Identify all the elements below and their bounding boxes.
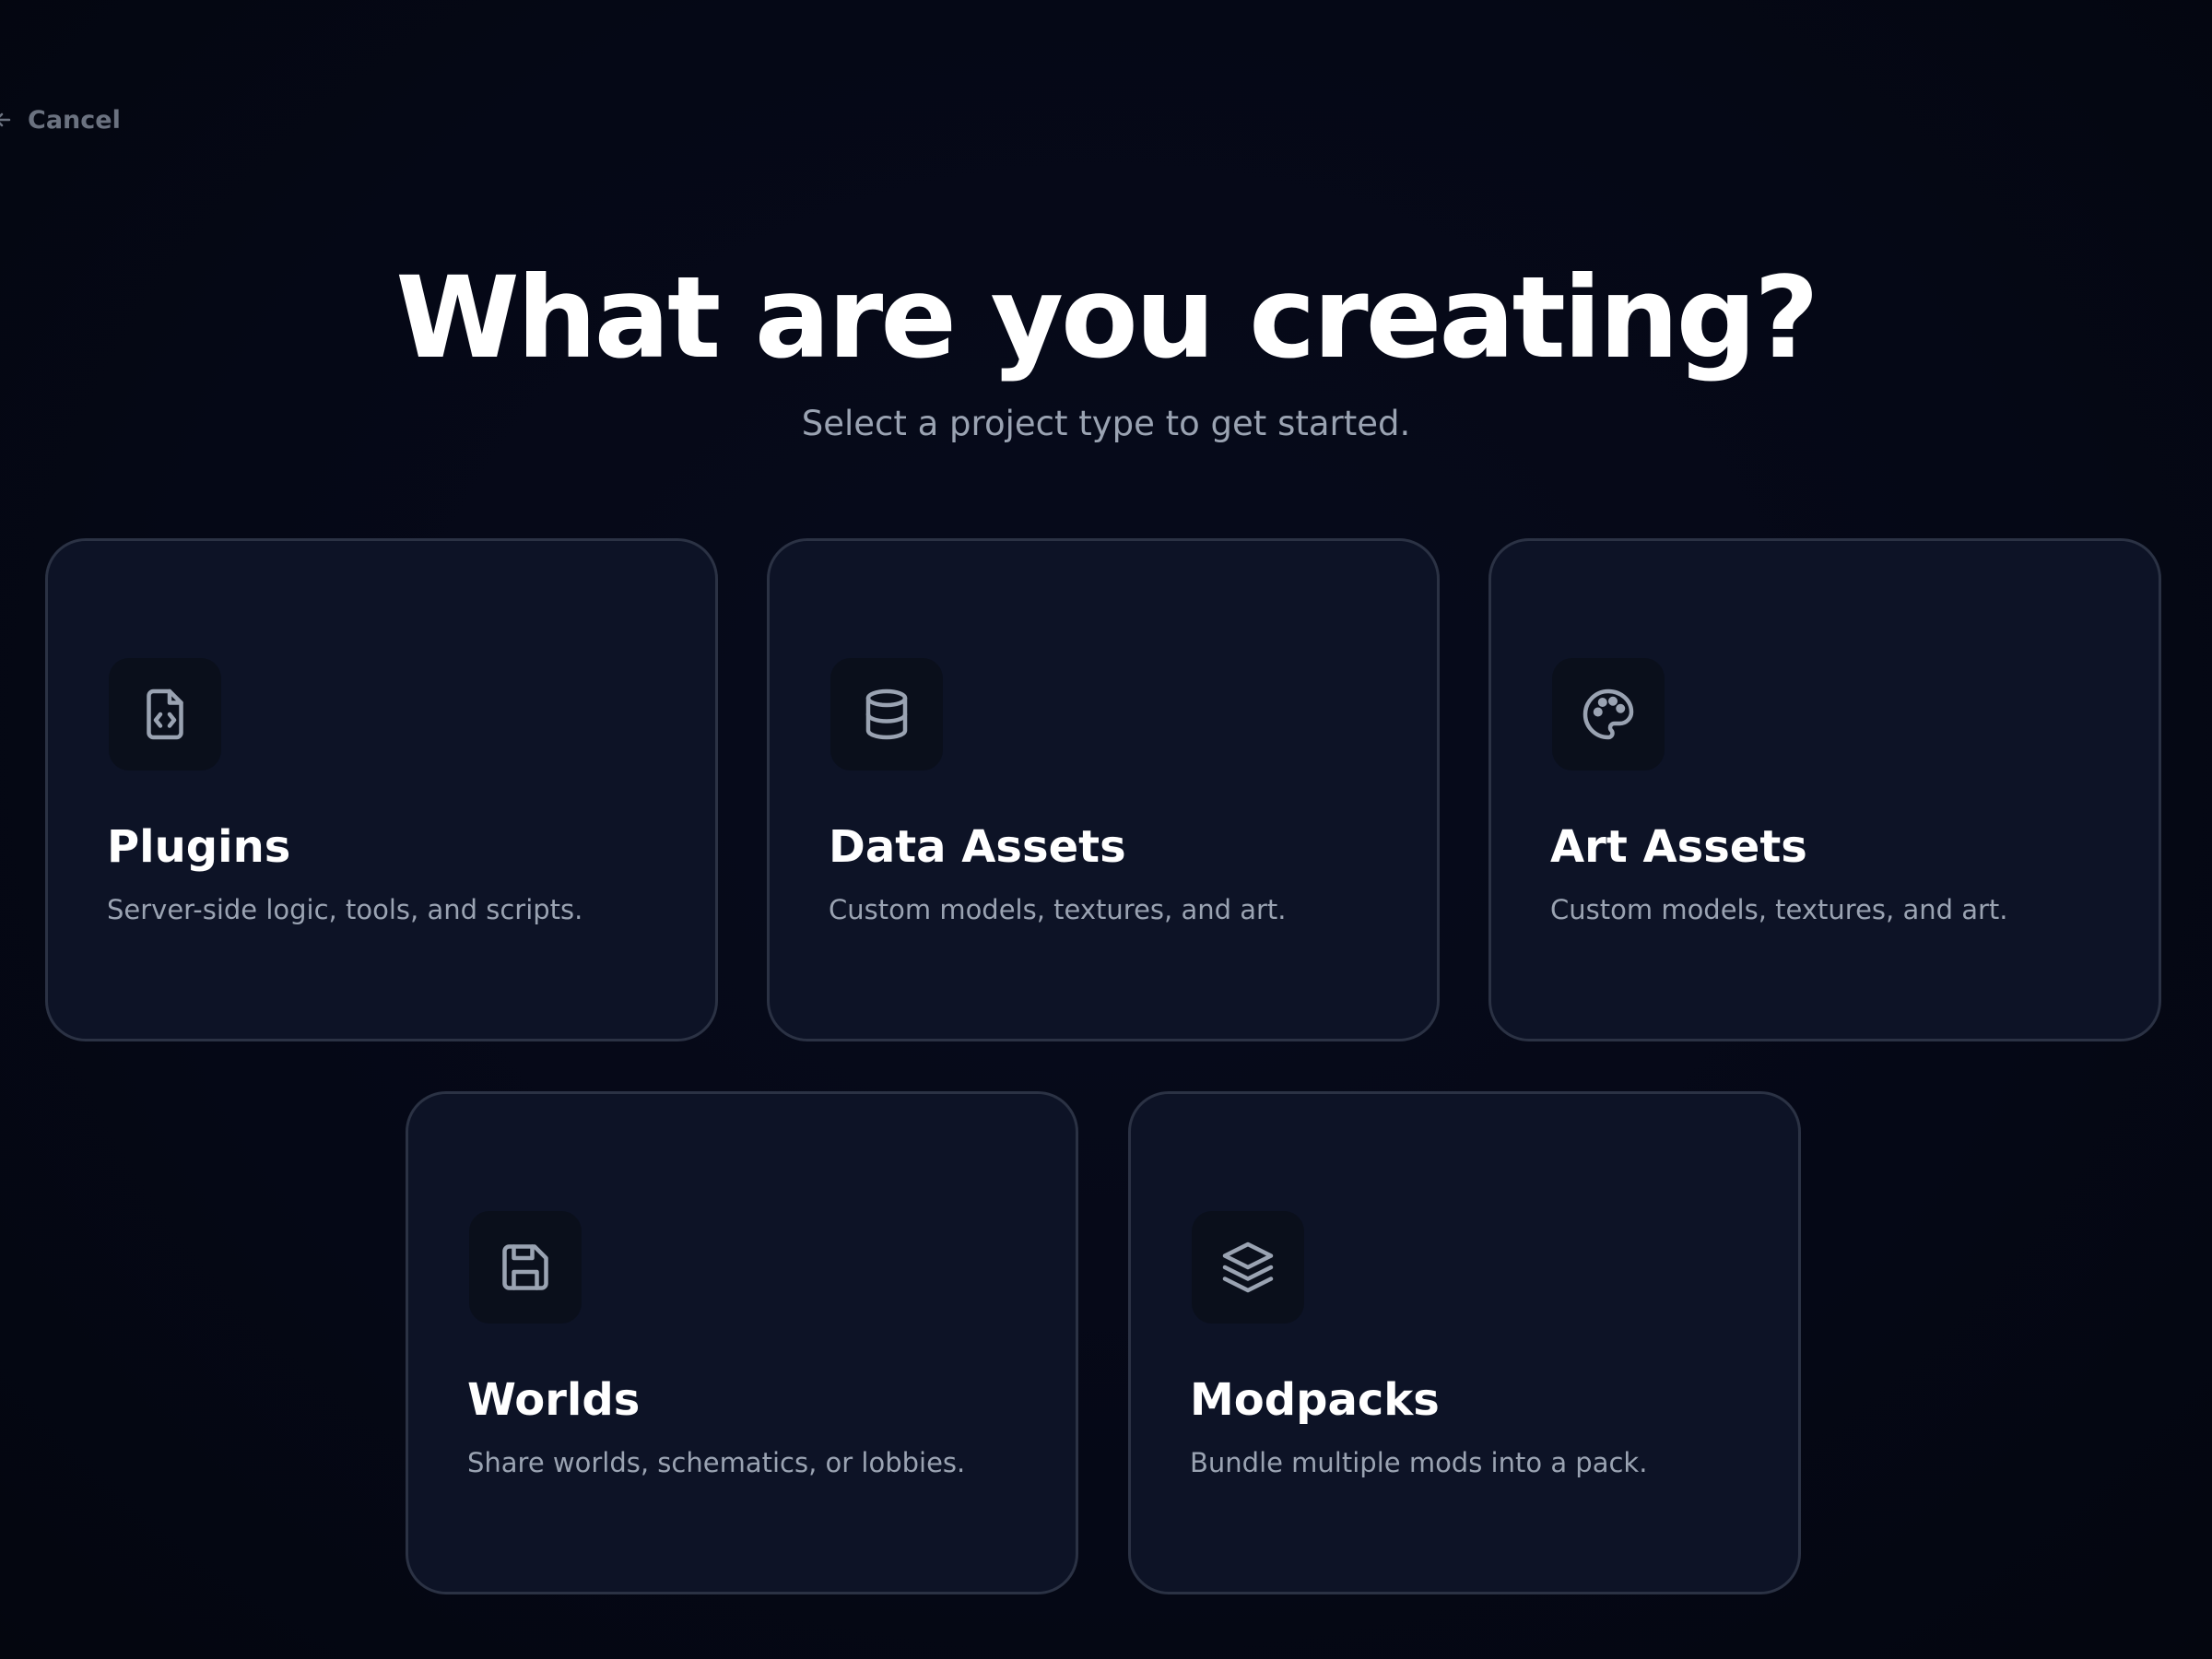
card-title: Plugins: [107, 821, 291, 873]
project-type-card-worlds[interactable]: Worlds Share worlds, schematics, or lobb…: [406, 1091, 1078, 1594]
card-description: Bundle multiple mods into a pack.: [1190, 1447, 1648, 1478]
project-type-card-data-assets[interactable]: Data Assets Custom models, textures, and…: [767, 538, 1440, 1041]
page-subtitle: Select a project type to get started.: [801, 404, 1411, 443]
create-project-page: Cancel What are you creating? Select a p…: [0, 0, 2212, 1659]
card-title: Art Assets: [1550, 821, 1807, 873]
card-description: Custom models, textures, and art.: [829, 894, 1287, 925]
project-type-card-plugins[interactable]: Plugins Server-side logic, tools, and sc…: [45, 538, 718, 1041]
card-title: Data Assets: [829, 821, 1126, 873]
database-icon: [830, 658, 943, 771]
card-title: Modpacks: [1190, 1374, 1440, 1426]
save-icon: [469, 1211, 582, 1324]
card-title: Worlds: [467, 1374, 641, 1426]
layers-icon: [1192, 1211, 1304, 1324]
palette-icon: [1552, 658, 1665, 771]
cancel-label: Cancel: [28, 105, 121, 135]
file-code-icon: [109, 658, 221, 771]
project-type-card-art-assets[interactable]: Art Assets Custom models, textures, and …: [1488, 538, 2161, 1041]
card-description: Custom models, textures, and art.: [1550, 894, 2008, 925]
card-description: Share worlds, schematics, or lobbies.: [467, 1447, 966, 1478]
page-title: What are you creating?: [395, 253, 1819, 383]
card-description: Server-side logic, tools, and scripts.: [107, 894, 583, 925]
project-type-card-modpacks[interactable]: Modpacks Bundle multiple mods into a pac…: [1128, 1091, 1801, 1594]
cancel-button[interactable]: Cancel: [0, 103, 121, 136]
arrow-left-icon: [0, 103, 15, 136]
